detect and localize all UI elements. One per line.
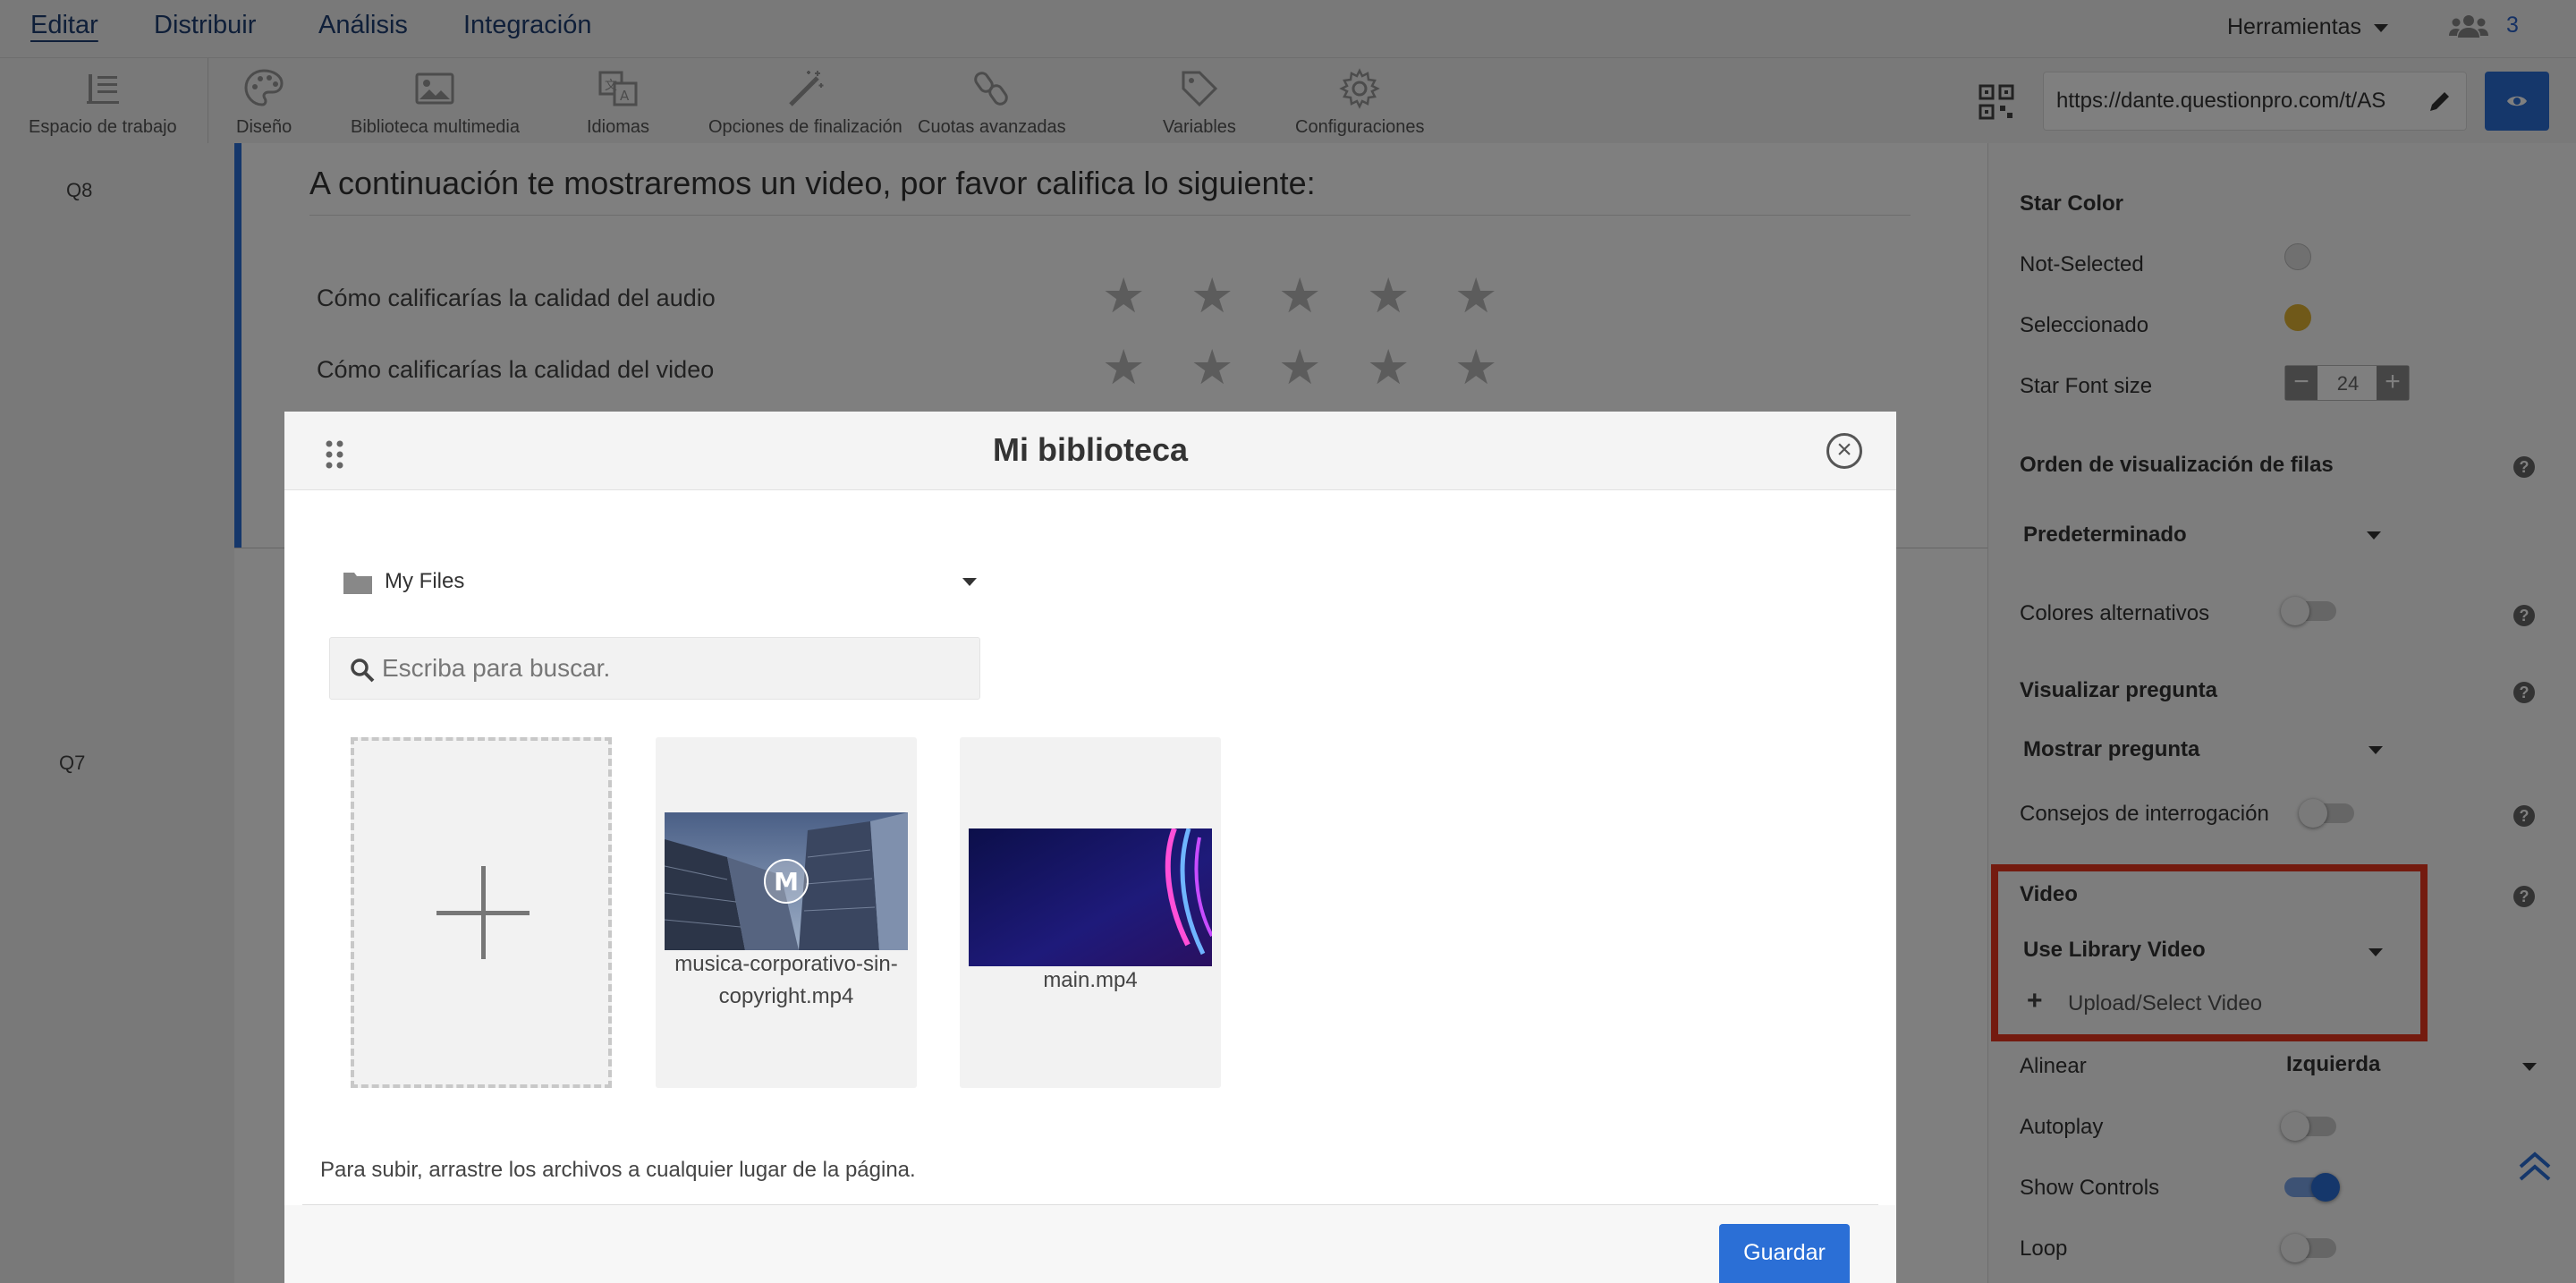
plus-icon <box>436 911 530 915</box>
file-tile[interactable]: M musica-corporativo-sin-copyright.mp4 <box>656 737 917 1088</box>
neon-thumbnail-image <box>969 828 1212 966</box>
upload-hint: Para subir, arrastre los archivos a cual… <box>320 1158 916 1182</box>
save-button[interactable]: Guardar <box>1719 1224 1850 1283</box>
close-icon[interactable]: × <box>1826 433 1862 469</box>
media-library-dialog: Mi biblioteca × My Files M <box>284 412 1896 1283</box>
chevron-down-icon <box>962 578 977 586</box>
video-thumbnail: M <box>665 812 908 950</box>
file-name: main.mp4 <box>1043 968 1138 992</box>
dialog-header: Mi biblioteca × <box>284 412 1896 490</box>
file-name: musica-corporativo-sin-copyright.mp4 <box>674 952 898 1008</box>
search-input[interactable] <box>382 638 963 699</box>
file-tile[interactable]: main.mp4 <box>960 737 1221 1088</box>
search-icon <box>351 658 375 683</box>
dialog-footer <box>284 1205 1896 1283</box>
video-thumbnail <box>969 828 1212 966</box>
thumbnail-logo-letter: M <box>774 867 799 896</box>
add-file-tile[interactable] <box>351 737 612 1088</box>
building-thumbnail-image: M <box>665 812 908 950</box>
folder-icon <box>343 573 372 594</box>
folder-name: My Files <box>385 569 465 593</box>
folder-select[interactable]: My Files <box>343 565 977 601</box>
search-box <box>329 637 980 700</box>
dialog-title: Mi biblioteca <box>992 431 1189 468</box>
